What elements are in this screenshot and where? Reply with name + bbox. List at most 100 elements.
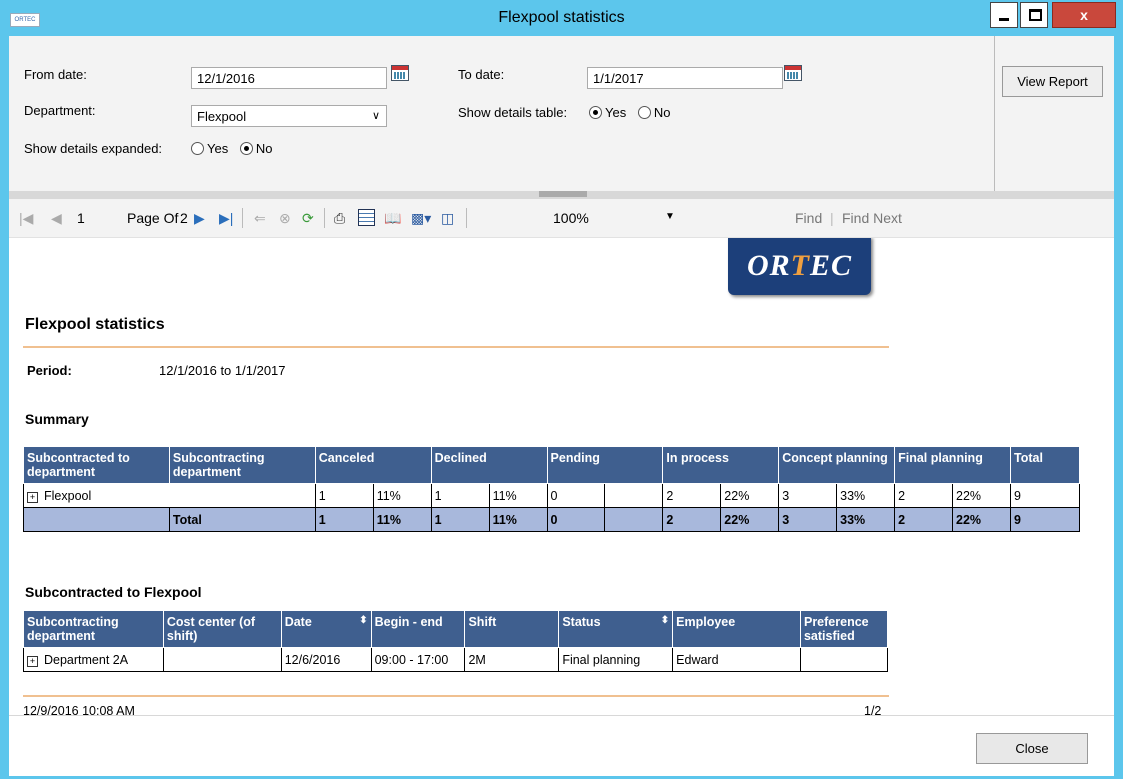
table-row: + Department 2A 12/6/2016 09:00 - 17:00 2M Fi…	[23, 647, 889, 672]
show-details-expanded-label: Show details expanded:	[24, 141, 163, 156]
from-date-input[interactable]: 12/1/2016	[191, 67, 387, 89]
table-cell: 22%	[720, 483, 780, 508]
table-cell: 2	[894, 483, 954, 508]
column-header-label: Preference satisfied	[803, 615, 869, 643]
column-header: Begin - end	[370, 610, 466, 648]
total-row: Total 1 11% 1 11% 0 2 22% 3 33% 2 22% 9	[23, 507, 1081, 532]
minimize-button[interactable]	[990, 2, 1018, 28]
show-details-table-no-radio[interactable]	[637, 106, 651, 119]
report-timestamp: 12/9/2016 10:08 AM	[23, 704, 135, 715]
divider	[994, 36, 995, 191]
close-button[interactable]: Close	[976, 733, 1088, 764]
column-header: Shift	[464, 610, 560, 648]
table-cell: 11%	[488, 483, 548, 508]
column-header: Pending	[546, 446, 664, 484]
detail-table: Subcontracting department Cost center (of…	[23, 610, 889, 672]
sort-icon[interactable]: ⬍	[359, 615, 367, 626]
bottom-bar: Close	[9, 715, 1114, 776]
title-bar: ORTEC Flexpool statistics x	[0, 0, 1123, 36]
table-cell: 9	[1009, 507, 1081, 532]
show-details-table-yes-label: Yes	[605, 105, 627, 120]
print-icon[interactable]: ⎙	[334, 210, 345, 227]
table-cell: 3	[778, 507, 838, 532]
show-details-table-radios: Yes No	[589, 105, 678, 120]
find-link[interactable]: Find	[795, 210, 822, 226]
back-icon[interactable]: ⇐	[254, 210, 266, 227]
table-cell: 11%	[372, 483, 432, 508]
show-details-table-label: Show details table:	[458, 105, 568, 120]
window-title: Flexpool statistics	[498, 9, 625, 26]
summary-heading: Summary	[25, 411, 89, 427]
table-cell: 0	[546, 483, 606, 508]
first-page-icon[interactable]: |◀	[19, 210, 33, 227]
toolbar-separator	[466, 208, 467, 228]
column-header: In process	[662, 446, 780, 484]
table-cell: Final planning	[558, 647, 674, 672]
table-cell: 22%	[952, 483, 1011, 508]
expand-icon[interactable]: +	[27, 655, 38, 667]
department-label: Department:	[24, 103, 96, 118]
column-header: Cost center (of shift)	[162, 610, 282, 648]
column-header[interactable]: Status ⬍	[558, 610, 674, 648]
cell-value: Department 2A	[44, 652, 129, 667]
table-cell: 09:00 - 17:00	[370, 647, 466, 672]
column-header-label: Begin - end	[374, 615, 443, 629]
expand-icon[interactable]: +	[27, 491, 38, 503]
page-setup-icon[interactable]: 📖	[384, 210, 401, 227]
table-cell	[23, 507, 170, 532]
next-page-icon[interactable]: ▶	[194, 210, 205, 227]
refresh-icon[interactable]: ⟳	[302, 210, 314, 227]
report-toolbar: |◀ ◀ 1 Page Of 2 ▶ ▶| ⇐ ⊗ ⟳ ⎙ 📖 ▩▾ ◫ 100…	[9, 199, 1114, 238]
table-cell: 2	[662, 483, 722, 508]
print-layout-icon[interactable]	[358, 209, 375, 226]
department-select[interactable]: Flexpool ∨	[191, 105, 387, 127]
stop-icon[interactable]: ⊗	[279, 210, 291, 227]
show-details-table-yes-radio[interactable]	[589, 106, 602, 119]
column-header: Concept planning	[778, 446, 896, 484]
table-cell: 2	[662, 507, 722, 532]
view-report-button[interactable]: View Report	[1002, 66, 1103, 97]
table-cell: 33%	[836, 507, 896, 532]
splitter-grip[interactable]	[539, 191, 587, 197]
show-details-expanded-radios: Yes No	[191, 141, 280, 156]
column-header: Preference satisfied	[799, 610, 889, 648]
to-date-label: To date:	[458, 67, 505, 82]
show-details-expanded-yes-radio[interactable]	[191, 142, 204, 155]
calendar-icon[interactable]	[784, 65, 802, 81]
column-header: Final planning	[894, 446, 1011, 484]
show-details-table-no-label: No	[653, 105, 671, 120]
sort-icon[interactable]: ⬍	[661, 615, 669, 626]
show-details-expanded-no-radio[interactable]	[239, 142, 253, 155]
table-cell	[604, 483, 664, 508]
report-title: Flexpool statistics	[25, 316, 165, 333]
chevron-down-icon: ▼	[665, 211, 675, 222]
last-page-icon[interactable]: ▶|	[219, 210, 233, 227]
column-header[interactable]: Date ⬍	[280, 610, 372, 648]
table-cell: 2	[894, 507, 954, 532]
cell-value: 09:00 - 17:00	[374, 652, 449, 667]
panel-splitter[interactable]	[9, 191, 1114, 199]
find-separator: |	[830, 210, 834, 226]
current-page-input[interactable]: 1	[77, 210, 85, 226]
parameters-panel: From date: 12/1/2016 To date: 1/1/2017 D…	[9, 36, 1114, 192]
report-page-number: 1/2	[864, 704, 882, 715]
calendar-icon[interactable]	[391, 65, 409, 81]
table-cell: 33%	[836, 483, 896, 508]
ortec-logo: ORTEC	[728, 238, 871, 295]
to-date-input[interactable]: 1/1/2017	[587, 67, 783, 89]
table-cell: 22%	[952, 507, 1011, 532]
zoom-select[interactable]: 100% ▼	[545, 206, 681, 230]
table-cell: 11%	[488, 507, 548, 532]
divider	[23, 695, 889, 697]
document-map-icon[interactable]: ◫	[441, 210, 454, 227]
previous-page-icon[interactable]: ◀	[51, 210, 62, 227]
column-header: Subcontracting department	[23, 610, 164, 648]
column-header-label: Subcontracting department	[27, 615, 119, 643]
table-cell: 2M	[464, 647, 560, 672]
column-header: Canceled	[314, 446, 432, 484]
column-header-label: Shift	[468, 615, 497, 629]
find-next-link[interactable]: Find Next	[842, 210, 902, 226]
close-window-button[interactable]: x	[1052, 2, 1116, 28]
export-icon[interactable]: ▩▾	[411, 210, 431, 227]
maximize-button[interactable]	[1020, 2, 1048, 28]
